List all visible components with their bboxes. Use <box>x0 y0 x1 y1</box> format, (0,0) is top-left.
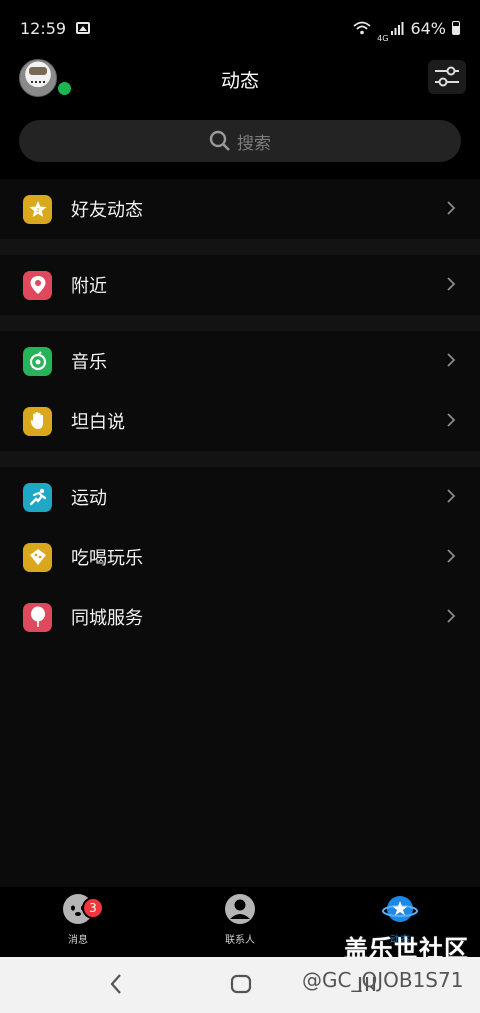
chevron-right-icon <box>447 609 456 623</box>
battery-icon <box>452 21 460 35</box>
menu-item-label: 同城服务 <box>71 608 143 629</box>
chevron-right-icon <box>447 201 456 215</box>
gallery-notification-icon <box>76 22 91 34</box>
hand-icon <box>23 406 52 436</box>
friends-star-icon: z <box>23 194 52 224</box>
menu-item-food-fun[interactable]: 吃喝玩乐 <box>0 527 480 587</box>
menu-section: 音乐 坦白说 <box>0 331 480 451</box>
menu-item-label: 附近 <box>71 276 107 297</box>
contacts-person-icon <box>225 894 255 924</box>
location-pin-icon <box>23 270 52 300</box>
food-icon <box>23 542 52 572</box>
menu-section: z 好友动态 <box>0 179 480 239</box>
battery-percentage: 64% <box>410 18 446 38</box>
wifi-icon <box>353 21 371 35</box>
running-icon <box>23 482 52 512</box>
menu-item-local-services[interactable]: 同城服务 <box>0 587 480 647</box>
menu-item-nearby[interactable]: 附近 <box>0 255 480 315</box>
tab-messages[interactable]: 3 消息 <box>38 893 118 946</box>
sliders-icon <box>435 66 459 87</box>
page-title: 动态 <box>220 70 259 92</box>
unread-badge: 3 <box>82 897 104 919</box>
status-time: 12:59 <box>20 18 67 38</box>
chevron-right-icon <box>447 353 456 367</box>
chevron-right-icon <box>447 277 456 291</box>
tab-label: 消息 <box>68 935 88 946</box>
home-icon[interactable] <box>230 971 252 997</box>
menu-item-label: 吃喝玩乐 <box>71 548 143 569</box>
svg-text:z: z <box>36 207 39 214</box>
menu-item-label: 坦白说 <box>71 412 125 433</box>
filter-settings-button[interactable] <box>428 60 466 94</box>
music-disc-icon <box>23 346 52 376</box>
menu-item-label: 好友动态 <box>71 200 143 221</box>
menu-item-label: 运动 <box>71 488 107 509</box>
menu-item-friend-feed[interactable]: z 好友动态 <box>0 179 480 239</box>
tab-label: 联系人 <box>225 935 255 946</box>
menu-item-label: 音乐 <box>71 352 107 373</box>
back-icon[interactable] <box>108 971 124 997</box>
network-type-label: 4G <box>377 33 389 43</box>
menu-item-sports[interactable]: 运动 <box>0 467 480 527</box>
search-bar[interactable]: 搜索 <box>19 120 461 162</box>
signal-icon <box>391 22 404 35</box>
search-placeholder: 搜索 <box>237 133 271 154</box>
watermark-handle: @GC_QJOB1S71 <box>302 968 464 992</box>
menu-item-music[interactable]: 音乐 <box>0 331 480 391</box>
system-navigation-bar: @GC_QJOB1S71 <box>0 957 480 1013</box>
balloon-icon <box>23 602 52 632</box>
discover-menu: z 好友动态 附近 音乐 坦白说 运动 吃喝玩乐 同城服务 <box>0 179 480 647</box>
chevron-right-icon <box>447 413 456 427</box>
menu-item-confession[interactable]: 坦白说 <box>0 391 480 451</box>
chevron-right-icon <box>447 489 456 503</box>
chevron-right-icon <box>447 549 456 563</box>
empty-content-area <box>0 647 480 887</box>
search-icon <box>209 130 230 151</box>
status-bar: 12:59 4G 64% <box>0 0 480 56</box>
planet-star-icon <box>382 896 418 922</box>
menu-section: 附近 <box>0 255 480 315</box>
header: 动态 <box>0 56 480 112</box>
menu-section: 运动 吃喝玩乐 同城服务 <box>0 467 480 647</box>
tab-contacts[interactable]: 联系人 <box>200 893 280 946</box>
